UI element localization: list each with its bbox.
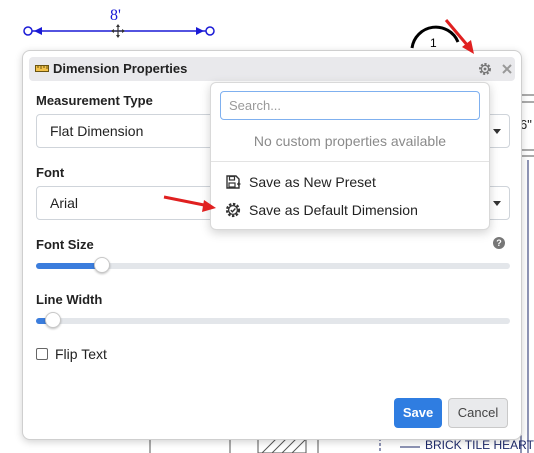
dimension-endpoint-left <box>23 26 33 36</box>
dialog-title: Dimension Properties <box>53 61 188 76</box>
line-width-label: Line Width <box>36 292 103 307</box>
font-size-slider[interactable] <box>36 257 510 273</box>
font-size-slider-thumb[interactable] <box>94 257 111 273</box>
dimension-arrowhead-left <box>34 27 42 35</box>
measurement-type-value: Flat Dimension <box>50 123 144 139</box>
menu-item-label: Save as Default Dimension <box>249 202 418 218</box>
font-size-label: Font Size <box>36 237 94 252</box>
chevron-down-icon <box>493 129 501 134</box>
menu-item-label: Save as New Preset <box>249 174 376 190</box>
wall-label: BRICK TILE HEART <box>425 438 534 452</box>
move-handle-icon <box>111 24 125 38</box>
flip-text-label[interactable]: Flip Text <box>55 346 107 362</box>
dimension-arrowhead-right <box>196 27 204 35</box>
dimension-label[interactable]: 8' <box>110 7 121 25</box>
font-value: Arial <box>50 195 79 211</box>
close-icon <box>502 64 512 74</box>
detail-marker-number: 1 <box>430 36 437 50</box>
ruler-icon <box>35 65 49 72</box>
dialog-titlebar[interactable]: Dimension Properties <box>29 57 515 81</box>
flip-text-checkbox[interactable] <box>36 348 48 360</box>
save-button[interactable]: Save <box>394 398 442 428</box>
annotation-arrow-menu-item <box>163 195 216 212</box>
gear-icon <box>479 63 491 75</box>
menu-divider <box>211 161 489 162</box>
font-label: Font <box>36 165 65 180</box>
line-width-slider[interactable] <box>36 312 510 328</box>
search-input[interactable] <box>220 91 480 120</box>
cancel-button[interactable]: Cancel <box>448 398 508 428</box>
close-button[interactable] <box>498 60 516 78</box>
menu-item-save-as-new-preset[interactable]: Save as New Preset <box>211 169 489 195</box>
empty-state-message: No custom properties available <box>253 133 447 149</box>
chevron-down-icon <box>493 201 501 206</box>
annotation-arrow-gear <box>444 19 474 54</box>
measurement-type-label: Measurement Type <box>36 93 153 108</box>
font-size-slider-fill <box>36 263 103 269</box>
help-icon[interactable]: ? <box>493 237 505 249</box>
gear-check-icon <box>225 202 241 218</box>
save-preset-icon <box>226 175 241 189</box>
line-width-slider-thumb[interactable] <box>44 312 61 328</box>
dimension-endpoint-right <box>205 26 215 36</box>
menu-item-save-as-default-dimension[interactable]: Save as Default Dimension <box>211 197 489 223</box>
settings-dropdown-menu: No custom properties available Save as N… <box>210 82 490 230</box>
settings-gear-button[interactable] <box>476 60 494 78</box>
